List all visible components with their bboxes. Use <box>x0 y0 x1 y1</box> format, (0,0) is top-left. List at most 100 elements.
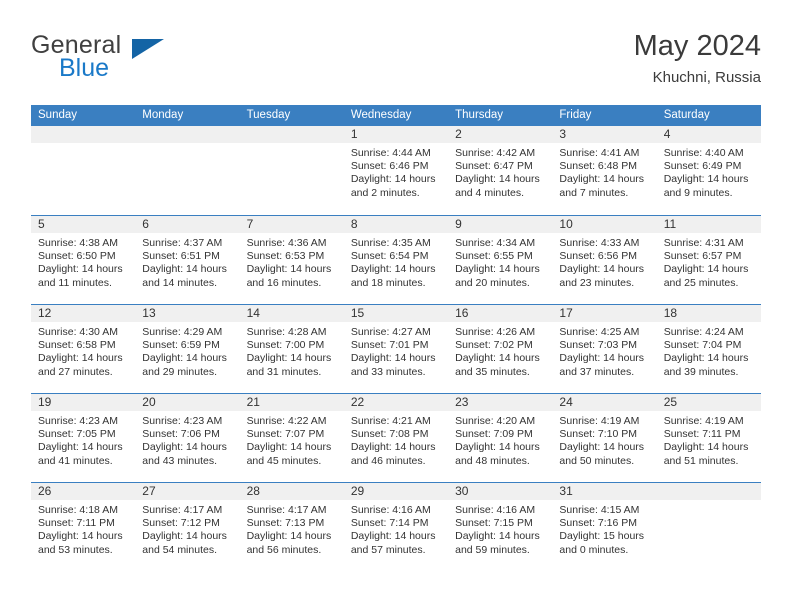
sunset-time: Sunset: 7:14 PM <box>350 517 429 530</box>
day-details: Sunrise: 4:22 AM Sunset: 7:07 PM Daylight:… <box>240 411 344 468</box>
day-details: Sunrise: 4:17 AM Sunset: 7:12 PM Daylight:… <box>135 500 239 557</box>
daylight-duration-line2: and 45 minutes. <box>246 454 322 467</box>
day-number: 6 <box>135 216 240 233</box>
calendar-day-cell[interactable]: 25 Sunrise: 4:19 AM Sunset: 7:11 PM Dayligh… <box>656 394 761 482</box>
daylight-duration-line1: Daylight: 14 hours <box>246 530 332 543</box>
sunrise-time: Sunrise: 4:16 AM <box>350 504 431 516</box>
day-number: 13 <box>135 305 240 322</box>
day-details: Sunrise: 4:30 AM Sunset: 6:58 PM Daylight:… <box>31 322 135 379</box>
daylight-duration-line2: and 37 minutes. <box>559 365 635 378</box>
sunset-time: Sunset: 6:54 PM <box>350 250 429 263</box>
calendar-day-cell[interactable]: 22 Sunrise: 4:21 AM Sunset: 7:08 PM Dayligh… <box>343 394 449 482</box>
sunrise-time: Sunrise: 4:34 AM <box>455 237 536 249</box>
daylight-duration-line1: Daylight: 14 hours <box>663 441 749 454</box>
day-details: Sunrise: 4:15 AM Sunset: 7:16 PM Daylight:… <box>552 500 656 557</box>
sunset-time: Sunset: 7:00 PM <box>246 339 325 352</box>
sunset-time: Sunset: 6:58 PM <box>38 339 116 352</box>
calendar-day-cell[interactable]: 3 Sunrise: 4:41 AM Sunset: 6:48 PM Daylight… <box>552 126 657 215</box>
daylight-duration-line2: and 59 minutes. <box>455 543 530 556</box>
sunrise-time: Sunrise: 4:33 AM <box>559 237 640 249</box>
sunset-time: Sunset: 7:08 PM <box>350 428 429 441</box>
day-number: 17 <box>552 305 657 322</box>
daylight-duration-line2: and 33 minutes. <box>350 365 426 378</box>
calendar-day-cell[interactable]: 30 Sunrise: 4:16 AM Sunset: 7:15 PM Dayligh… <box>448 483 553 571</box>
daylight-duration-line1: Daylight: 14 hours <box>246 263 332 276</box>
sunrise-time: Sunrise: 4:36 AM <box>246 237 327 249</box>
title-block: May 2024 Khuchni, Russia <box>634 28 761 89</box>
calendar-day-cell[interactable]: 31 Sunrise: 4:15 AM Sunset: 7:16 PM Dayligh… <box>552 483 657 571</box>
daylight-duration-line1: Daylight: 14 hours <box>142 263 227 276</box>
daylight-duration-line2: and 35 minutes. <box>455 365 530 378</box>
day-number: 7 <box>239 216 344 233</box>
daylight-duration-line2: and 43 minutes. <box>142 454 217 467</box>
calendar-day-cell[interactable]: 20 Sunrise: 4:23 AM Sunset: 7:06 PM Dayligh… <box>135 394 240 482</box>
day-details: Sunrise: 4:44 AM Sunset: 6:46 PM Daylight:… <box>344 143 448 200</box>
day-number: 11 <box>656 216 761 233</box>
calendar-day-cell[interactable]: 14 Sunrise: 4:28 AM Sunset: 7:00 PM Dayligh… <box>239 305 344 393</box>
calendar-day-cell[interactable]: 5 Sunrise: 4:38 AM Sunset: 6:50 PM Daylight… <box>31 216 136 304</box>
calendar-day-cell[interactable]: 8 Sunrise: 4:35 AM Sunset: 6:54 PM Daylight… <box>343 216 449 304</box>
calendar-day-cell[interactable]: 12 Sunrise: 4:30 AM Sunset: 6:58 PM Dayligh… <box>31 305 136 393</box>
calendar-day-cell[interactable]: 1 Sunrise: 4:44 AM Sunset: 6:46 PM Daylight… <box>343 126 449 215</box>
weekday-header-monday: Monday <box>142 109 184 121</box>
day-number: 26 <box>31 483 136 500</box>
logo-text-blue: Blue <box>59 54 110 82</box>
calendar-day-cell[interactable]: 4 Sunrise: 4:40 AM Sunset: 6:49 PM Daylight… <box>656 126 761 215</box>
sunrise-time: Sunrise: 4:30 AM <box>38 326 118 338</box>
calendar-day-cell[interactable]: 11 Sunrise: 4:31 AM Sunset: 6:57 PM Dayligh… <box>656 216 761 304</box>
sunset-time: Sunset: 7:02 PM <box>455 339 533 352</box>
day-number: 9 <box>448 216 553 233</box>
day-details: Sunrise: 4:25 AM Sunset: 7:03 PM Daylight:… <box>552 322 656 379</box>
calendar-day-cell[interactable]: 2 Sunrise: 4:42 AM Sunset: 6:47 PM Daylight… <box>448 126 553 215</box>
sunset-time: Sunset: 7:04 PM <box>663 339 742 352</box>
calendar-day-cell[interactable]: 24 Sunrise: 4:19 AM Sunset: 7:10 PM Dayligh… <box>552 394 657 482</box>
daylight-duration-line2: and 46 minutes. <box>350 454 426 467</box>
calendar-day-cell[interactable]: 23 Sunrise: 4:20 AM Sunset: 7:09 PM Dayligh… <box>448 394 553 482</box>
sunset-time: Sunset: 7:10 PM <box>559 428 638 441</box>
calendar-day-cell[interactable]: 26 Sunrise: 4:18 AM Sunset: 7:11 PM Dayligh… <box>31 483 136 571</box>
day-details: Sunrise: 4:42 AM Sunset: 6:47 PM Daylight:… <box>448 143 552 200</box>
calendar-day-cell[interactable]: 15 Sunrise: 4:27 AM Sunset: 7:01 PM Dayligh… <box>343 305 449 393</box>
sunrise-time: Sunrise: 4:21 AM <box>350 415 431 427</box>
calendar-day-cell[interactable]: 9 Sunrise: 4:34 AM Sunset: 6:55 PM Daylight… <box>448 216 553 304</box>
calendar-day-cell[interactable]: 28 Sunrise: 4:17 AM Sunset: 7:13 PM Dayligh… <box>239 483 344 571</box>
sunrise-time: Sunrise: 4:20 AM <box>455 415 536 427</box>
weekday-header-friday: Friday <box>559 109 592 121</box>
calendar-day-cell[interactable]: 21 Sunrise: 4:22 AM Sunset: 7:07 PM Dayligh… <box>239 394 344 482</box>
calendar-day-cell[interactable]: 6 Sunrise: 4:37 AM Sunset: 6:51 PM Daylight… <box>135 216 240 304</box>
daylight-duration-line2: and 16 minutes. <box>246 276 322 289</box>
calendar-day-cell[interactable]: 16 Sunrise: 4:26 AM Sunset: 7:02 PM Dayligh… <box>448 305 553 393</box>
day-details: Sunrise: 4:19 AM Sunset: 7:10 PM Daylight:… <box>552 411 656 468</box>
sunset-time: Sunset: 7:06 PM <box>142 428 220 441</box>
daylight-duration-line1: Daylight: 14 hours <box>455 173 540 186</box>
sunset-time: Sunset: 7:05 PM <box>38 428 116 441</box>
day-number: 18 <box>656 305 761 322</box>
sunset-time: Sunset: 7:01 PM <box>350 339 429 352</box>
calendar-cell-empty <box>656 483 761 571</box>
day-details: Sunrise: 4:23 AM Sunset: 7:05 PM Daylight:… <box>31 411 135 468</box>
day-number: 3 <box>552 126 657 143</box>
calendar-day-cell[interactable]: 18 Sunrise: 4:24 AM Sunset: 7:04 PM Dayligh… <box>656 305 761 393</box>
calendar-day-cell[interactable]: 13 Sunrise: 4:29 AM Sunset: 6:59 PM Dayligh… <box>135 305 240 393</box>
calendar-day-cell[interactable]: 29 Sunrise: 4:16 AM Sunset: 7:14 PM Dayligh… <box>343 483 449 571</box>
sunrise-time: Sunrise: 4:23 AM <box>142 415 223 427</box>
page-header: General Blue May 2024 Khuchni, Russia <box>31 28 761 90</box>
calendar-cell-empty <box>31 126 136 215</box>
day-number: 29 <box>343 483 449 500</box>
sunset-time: Sunset: 6:50 PM <box>38 250 116 263</box>
sunset-time: Sunset: 6:46 PM <box>350 160 429 173</box>
calendar-day-cell[interactable]: 19 Sunrise: 4:23 AM Sunset: 7:05 PM Dayligh… <box>31 394 136 482</box>
sunrise-time: Sunrise: 4:40 AM <box>663 147 744 159</box>
calendar-day-cell[interactable]: 7 Sunrise: 4:36 AM Sunset: 6:53 PM Daylight… <box>239 216 344 304</box>
calendar-day-cell[interactable]: 10 Sunrise: 4:33 AM Sunset: 6:56 PM Dayligh… <box>552 216 657 304</box>
calendar-day-cell[interactable]: 27 Sunrise: 4:17 AM Sunset: 7:12 PM Dayligh… <box>135 483 240 571</box>
sunset-time: Sunset: 7:07 PM <box>246 428 325 441</box>
day-number: 16 <box>448 305 553 322</box>
logo-general-blue[interactable]: General Blue <box>31 32 271 88</box>
sunrise-time: Sunrise: 4:17 AM <box>142 504 223 516</box>
weekday-header-wednesday: Wednesday <box>350 109 412 121</box>
sunrise-time: Sunrise: 4:28 AM <box>246 326 327 338</box>
daylight-duration-line1: Daylight: 14 hours <box>142 530 227 543</box>
calendar-day-cell[interactable]: 17 Sunrise: 4:25 AM Sunset: 7:03 PM Dayligh… <box>552 305 657 393</box>
sunset-time: Sunset: 7:03 PM <box>559 339 638 352</box>
